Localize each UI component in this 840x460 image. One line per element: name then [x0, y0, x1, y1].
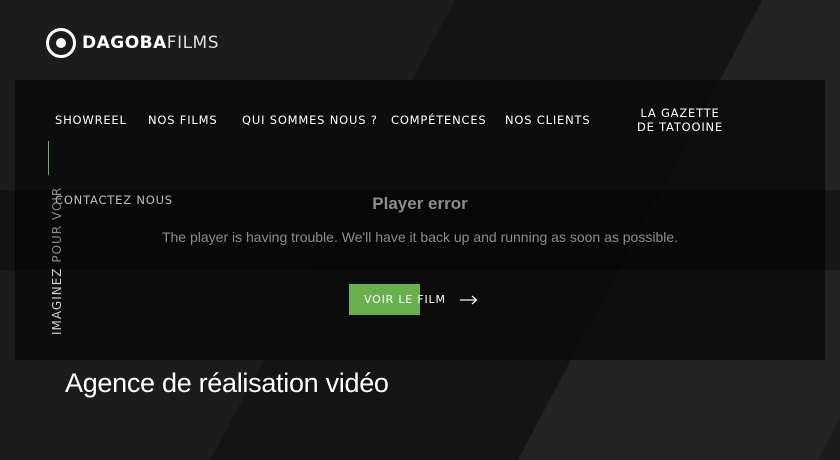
nav-item-contactez-nous[interactable]: CONTACTEZ NOUS [55, 193, 173, 207]
nav-item-nos-clients[interactable]: NOS CLIENTS [505, 113, 590, 127]
nav-item-la-gazette[interactable]: LA GAZETTE DE TATOOINE [630, 106, 730, 134]
side-tagline: IMAGINEZ POUR VOIR [50, 187, 64, 335]
site-logo[interactable]: DAGOBAFILMS [46, 26, 219, 60]
nav-item-showreel[interactable]: SHOWREEL [55, 113, 127, 127]
player-error-message: The player is having trouble. We'll have… [161, 229, 679, 245]
logo-eye-icon [46, 28, 76, 58]
logo-text-bold: DAGOBA [82, 33, 167, 53]
watch-film-button[interactable]: VOIR LE FILM [349, 284, 478, 315]
nav-item-competences[interactable]: COMPÉTENCES [391, 113, 487, 127]
page-headline: Agence de réalisation vidéo [65, 368, 389, 398]
logo-text: DAGOBAFILMS [82, 33, 219, 53]
nav-item-qui-sommes-nous[interactable]: QUI SOMMES NOUS ? [242, 113, 378, 127]
side-accent-line [48, 141, 49, 175]
side-tagline-part2: POUR VOIR [50, 186, 64, 268]
arrow-right-icon [459, 295, 478, 304]
logo-text-light: FILMS [166, 33, 220, 53]
side-tagline-part1: IMAGINEZ [50, 267, 64, 335]
nav-item-nos-films[interactable]: NOS FILMS [148, 113, 217, 127]
watch-film-label: VOIR LE FILM [364, 293, 446, 306]
